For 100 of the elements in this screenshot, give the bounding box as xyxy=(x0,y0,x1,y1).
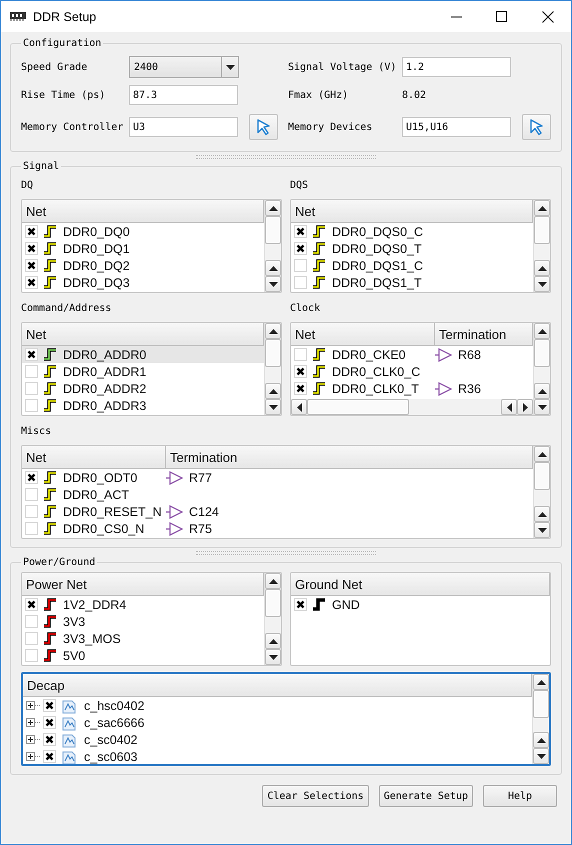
list-row[interactable]: DDR0_DQ2 xyxy=(22,257,264,274)
list-row[interactable]: DDR0_CLK0_T R36 xyxy=(291,380,533,397)
vertical-scrollbar[interactable] xyxy=(533,200,550,292)
list-row[interactable]: DDR0_ODT0 R77 xyxy=(22,469,533,486)
dialog-button[interactable]: Help xyxy=(483,785,557,807)
checkbox[interactable] xyxy=(25,348,38,361)
checkbox[interactable] xyxy=(25,225,38,238)
checkbox[interactable] xyxy=(25,522,38,535)
vertical-scrollbar[interactable] xyxy=(264,200,281,292)
scroll-up-icon[interactable] xyxy=(538,206,546,210)
expander-icon[interactable] xyxy=(26,752,35,761)
checkbox[interactable] xyxy=(43,733,56,746)
scroll-down-icon[interactable] xyxy=(536,754,546,758)
list-row[interactable]: 3V3_MOS xyxy=(22,630,264,647)
checkbox[interactable] xyxy=(25,276,38,289)
list-row[interactable]: DDR0_ADDR1 xyxy=(22,363,264,380)
checkbox[interactable] xyxy=(294,225,307,238)
column-header[interactable]: Net xyxy=(22,200,264,223)
list-row[interactable]: c_sc0402 xyxy=(23,731,532,748)
text-field[interactable]: 1.2 xyxy=(402,57,511,77)
scroll-down-icon[interactable] xyxy=(538,404,546,410)
checkbox[interactable] xyxy=(43,750,56,763)
list-row[interactable]: 5V0 xyxy=(22,647,264,664)
scroll-up-icon[interactable] xyxy=(538,388,546,394)
scroll-up-icon[interactable] xyxy=(268,388,278,394)
list-row[interactable]: DDR0_ADDR2 xyxy=(22,380,264,397)
vertical-scrollbar[interactable] xyxy=(264,323,281,415)
scroll-up-icon[interactable] xyxy=(268,328,278,334)
list-row[interactable]: c_sc0603 xyxy=(23,748,532,764)
scroll-up-icon[interactable] xyxy=(538,328,546,334)
expander-icon[interactable] xyxy=(26,701,35,710)
splitter-handle[interactable] xyxy=(196,550,376,554)
scroll-up-icon[interactable] xyxy=(536,680,546,684)
list-row[interactable]: DDR0_DQS1_C xyxy=(291,257,533,274)
column-header[interactable]: Net xyxy=(291,323,435,346)
horizontal-scrollbar[interactable] xyxy=(291,399,533,415)
checkbox[interactable] xyxy=(25,382,38,395)
list-row[interactable]: DDR0_CLK0_C xyxy=(291,363,533,380)
vertical-scrollbar[interactable] xyxy=(532,674,549,764)
expander-icon[interactable] xyxy=(26,735,35,744)
scroll-left-icon[interactable] xyxy=(296,402,302,412)
dialog-button[interactable]: Clear Selections xyxy=(262,785,369,807)
checkbox[interactable] xyxy=(43,699,56,712)
column-header[interactable]: Net xyxy=(22,323,264,346)
checkbox[interactable] xyxy=(25,649,38,662)
list-row[interactable]: 3V3 xyxy=(22,613,264,630)
list-row[interactable]: DDR0_DQS0_C xyxy=(291,223,533,240)
vertical-scrollbar[interactable] xyxy=(533,323,550,415)
column-header[interactable]: Power Net xyxy=(22,573,264,596)
list-row[interactable]: DDR0_CS0_N R75 xyxy=(22,520,533,537)
column-header[interactable]: Termination xyxy=(435,323,533,346)
list-row[interactable]: DDR0_RESET_N C124 xyxy=(22,503,533,520)
list-row[interactable]: DDR0_DQ1 xyxy=(22,240,264,257)
list-row[interactable]: DDR0_CKE0 R68 xyxy=(291,346,533,363)
text-field[interactable]: 87.3 xyxy=(129,85,238,105)
checkbox[interactable] xyxy=(25,488,38,501)
pointer-button[interactable] xyxy=(522,114,551,140)
scroll-down-icon[interactable] xyxy=(268,654,278,660)
list-row[interactable]: DDR0_ADDR3 xyxy=(22,397,264,414)
scroll-down-icon[interactable] xyxy=(268,404,278,410)
scroll-up-icon[interactable] xyxy=(536,738,546,742)
list-row[interactable]: DDR0_DQS0_T xyxy=(291,240,533,257)
list-row[interactable]: DDR0_DQS1_T xyxy=(291,274,533,291)
list-row[interactable]: DDR0_ADDR0 xyxy=(22,346,264,363)
scroll-right-icon[interactable] xyxy=(522,402,528,412)
expander-icon[interactable] xyxy=(26,718,35,727)
scroll-left-icon[interactable] xyxy=(506,402,512,412)
scroll-up-icon[interactable] xyxy=(268,206,278,210)
checkbox[interactable] xyxy=(294,382,307,395)
scroll-up-icon[interactable] xyxy=(538,512,546,516)
checkbox[interactable] xyxy=(25,259,38,272)
column-header[interactable]: Net xyxy=(291,200,533,223)
checkbox[interactable] xyxy=(294,259,307,272)
vertical-scrollbar[interactable] xyxy=(533,446,550,538)
scroll-up-icon[interactable] xyxy=(538,452,546,456)
checkbox[interactable] xyxy=(43,716,56,729)
checkbox[interactable] xyxy=(294,365,307,378)
scroll-up-icon[interactable] xyxy=(268,578,278,584)
checkbox[interactable] xyxy=(25,598,38,611)
list-row[interactable]: DDR0_ACT xyxy=(22,486,533,503)
checkbox[interactable] xyxy=(25,242,38,255)
text-field[interactable]: U3 xyxy=(129,117,238,137)
list-row[interactable]: c_hsc0402 xyxy=(23,697,532,714)
checkbox[interactable] xyxy=(294,598,307,611)
text-field[interactable]: U15,U16 xyxy=(402,117,511,137)
scroll-down-icon[interactable] xyxy=(538,282,546,286)
list-row[interactable]: GND xyxy=(291,596,550,613)
scroll-up-icon[interactable] xyxy=(538,266,546,270)
scroll-up-icon[interactable] xyxy=(268,266,278,270)
checkbox[interactable] xyxy=(25,471,38,484)
dropdown[interactable]: 2400 xyxy=(129,56,239,78)
checkbox[interactable] xyxy=(294,276,307,289)
checkbox[interactable] xyxy=(294,242,307,255)
checkbox[interactable] xyxy=(25,365,38,378)
scroll-down-icon[interactable] xyxy=(538,528,546,532)
checkbox[interactable] xyxy=(25,399,38,412)
checkbox[interactable] xyxy=(25,632,38,645)
column-header[interactable]: Ground Net xyxy=(291,573,550,596)
column-header[interactable]: Net xyxy=(22,446,166,469)
scroll-up-icon[interactable] xyxy=(268,638,278,644)
